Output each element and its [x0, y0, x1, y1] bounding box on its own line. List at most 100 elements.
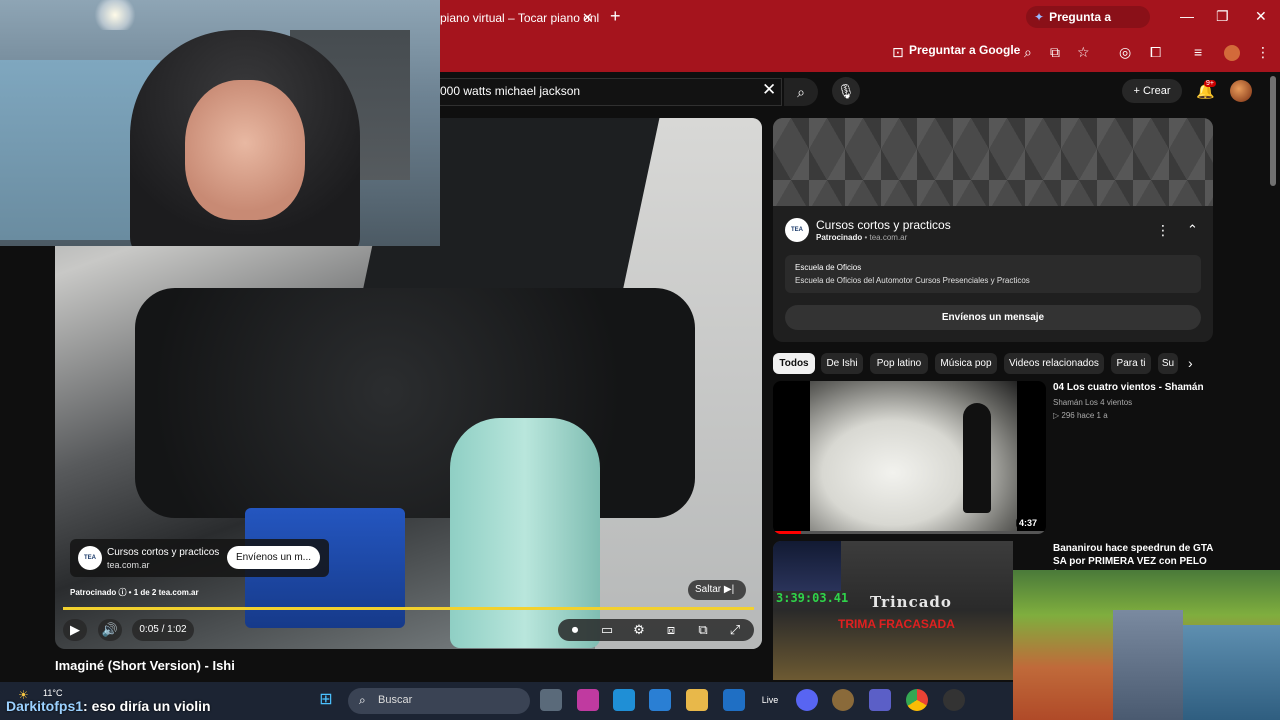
- sidebar-ad-sponsored: Patrocinado • tea.com.ar: [816, 233, 907, 242]
- autoplay-toggle-icon[interactable]: ⏺: [563, 619, 587, 641]
- chevron-up-icon[interactable]: ⌃: [1187, 222, 1198, 238]
- cast-video-icon[interactable]: ⧉: [691, 619, 715, 641]
- microphone-icon[interactable]: 🎙: [832, 77, 860, 105]
- speedrun-timer: 3:39:03.41: [776, 591, 849, 605]
- incognito-icon[interactable]: ◎: [1119, 44, 1131, 61]
- sidebar-ad-description-box[interactable]: [785, 255, 1201, 293]
- duration-badge: 4:37: [1016, 518, 1041, 528]
- video-frame-engine: [135, 288, 695, 518]
- ad-meta: Patrocinado ⓘ • 1 de 2 tea.com.ar: [70, 588, 199, 597]
- task-view-icon[interactable]: [540, 689, 562, 711]
- watch-progress-fill: [773, 531, 801, 534]
- ask-gemini-button[interactable]: ✦Pregunta a Gemini: [1026, 6, 1150, 46]
- time-display: 0:05 / 1:02: [132, 619, 194, 641]
- window-close-icon[interactable]: ✕: [1255, 8, 1267, 25]
- live-app-icon[interactable]: Live: [759, 689, 781, 711]
- video-frame-tank: [450, 418, 600, 648]
- game-app-icon[interactable]: [832, 689, 854, 711]
- webcam-person-face: [185, 80, 305, 220]
- clear-search-icon[interactable]: ✕: [762, 80, 776, 100]
- chip-pop-latino[interactable]: Pop latino: [870, 353, 928, 374]
- ad-logo: TEA: [78, 546, 102, 570]
- chat-username: Darkitofps1: [6, 698, 84, 714]
- lens-icon[interactable]: ⊡: [892, 44, 904, 61]
- stream-chat-caption: Darkitofps1: eso diría un violin: [6, 698, 211, 714]
- cast-icon[interactable]: ⧉: [1050, 44, 1060, 61]
- edge-icon[interactable]: [613, 689, 635, 711]
- watch-progress-track: [773, 531, 1046, 534]
- chat-message: : eso diría un violin: [83, 698, 211, 714]
- minimize-icon[interactable]: —: [1180, 8, 1194, 24]
- chip-todos[interactable]: Todos: [773, 353, 815, 374]
- chip-musica-pop[interactable]: Música pop: [935, 353, 997, 374]
- thumbnail-figure: [963, 403, 991, 513]
- subtitles-icon[interactable]: ▭: [595, 619, 619, 641]
- chip-de-ishi[interactable]: De Ishi: [821, 353, 863, 374]
- thumbnail-red-text: TRIMA FRACASADA: [838, 617, 955, 631]
- progress-bar[interactable]: [63, 607, 754, 610]
- restore-icon[interactable]: ❐: [1216, 8, 1229, 25]
- speedrun-splits-overlay: [773, 541, 841, 591]
- chrome-icon[interactable]: [906, 689, 928, 711]
- plus-icon: +: [1133, 85, 1143, 97]
- bookmark-star-icon[interactable]: ☆: [1077, 44, 1090, 61]
- recommendation-title[interactable]: 04 Los cuatro vientos - Shamán: [1053, 382, 1204, 393]
- tab-close-icon[interactable]: ✕: [582, 10, 593, 26]
- discord-icon[interactable]: [796, 689, 818, 711]
- media-controls-icon[interactable]: ≡: [1194, 44, 1202, 60]
- outlook-icon[interactable]: [723, 689, 745, 711]
- chip-videos-relacionados[interactable]: Videos relacionados: [1004, 353, 1104, 374]
- sidebar-ad-banner[interactable]: [773, 118, 1213, 206]
- ask-google-button[interactable]: Preguntar a Google: [909, 43, 1020, 57]
- video-title: Imaginé (Short Version) - Ishi: [55, 658, 235, 673]
- extensions-icon[interactable]: ⧠: [1150, 44, 1161, 61]
- zoom-icon[interactable]: ⌕: [1024, 44, 1032, 61]
- more-options-icon[interactable]: ⋮: [1156, 222, 1170, 239]
- weather-temperature[interactable]: 11°C: [43, 688, 62, 698]
- play-icon[interactable]: ▶: [63, 619, 87, 641]
- sidebar-ad-logo: TEA: [785, 218, 809, 242]
- chevron-right-icon[interactable]: ›: [1188, 355, 1193, 371]
- skip-label: Saltar: [695, 584, 722, 595]
- fullscreen-icon[interactable]: ⤢: [723, 619, 747, 641]
- teams-icon[interactable]: [869, 689, 891, 711]
- browser-menu-icon[interactable]: ⋮: [1256, 44, 1270, 61]
- sidebar-ad-box-title: Escuela de Oficios: [795, 263, 862, 272]
- ad-cta-button[interactable]: Envíenos un m...: [227, 546, 320, 569]
- recommendation-thumbnail[interactable]: [773, 381, 1046, 534]
- game-track: [1113, 610, 1183, 720]
- search-icon[interactable]: ⌕: [784, 78, 818, 106]
- gameplay-overlay: [1013, 570, 1280, 720]
- settings-gear-icon[interactable]: ⚙: [627, 619, 651, 641]
- avatar[interactable]: [1230, 80, 1252, 102]
- recommendation-channel[interactable]: Shamán Los 4 vientos: [1053, 398, 1132, 407]
- windows-start-icon[interactable]: ⊞: [315, 689, 337, 711]
- browser-tab[interactable]: piano virtual – Tocar piano onli: [440, 4, 600, 32]
- sidebar-ad-domain: • tea.com.ar: [862, 233, 908, 242]
- webcam-overlay: [0, 0, 440, 246]
- chip-truncated[interactable]: Su: [1158, 353, 1178, 374]
- create-button[interactable]: + Crear: [1122, 79, 1182, 103]
- copilot-icon[interactable]: [577, 689, 599, 711]
- webcam-light: [90, 0, 140, 30]
- obs-icon[interactable]: [943, 689, 965, 711]
- ad-domain: tea.com.ar: [107, 560, 150, 570]
- sidebar-ad-cta-button[interactable]: Envíenos un mensaje: [785, 305, 1201, 330]
- miniplayer-icon[interactable]: ⧈: [659, 619, 683, 641]
- search-icon: ⌕: [359, 693, 366, 707]
- volume-icon[interactable]: 🔊: [98, 619, 122, 641]
- new-tab-icon[interactable]: +: [610, 6, 621, 27]
- store-icon[interactable]: [649, 689, 671, 711]
- chip-para-ti[interactable]: Para ti: [1111, 353, 1151, 374]
- profile-avatar[interactable]: [1224, 45, 1240, 61]
- sidebar-ad-title[interactable]: Cursos cortos y practicos: [816, 218, 951, 232]
- taskbar-search-placeholder: Buscar: [378, 694, 413, 706]
- file-explorer-icon[interactable]: [686, 689, 708, 711]
- skip-ad-button[interactable]: Saltar ▶|: [688, 580, 746, 600]
- sidebar-ad-box-text: Escuela de Oficios del Automotor Cursos …: [795, 276, 1030, 285]
- ad-title[interactable]: Cursos cortos y practicos: [107, 547, 219, 558]
- game-train: [1183, 625, 1280, 720]
- create-label: Crear: [1142, 85, 1171, 97]
- page-scrollbar[interactable]: [1270, 76, 1276, 186]
- taskbar-search-input[interactable]: [348, 688, 530, 714]
